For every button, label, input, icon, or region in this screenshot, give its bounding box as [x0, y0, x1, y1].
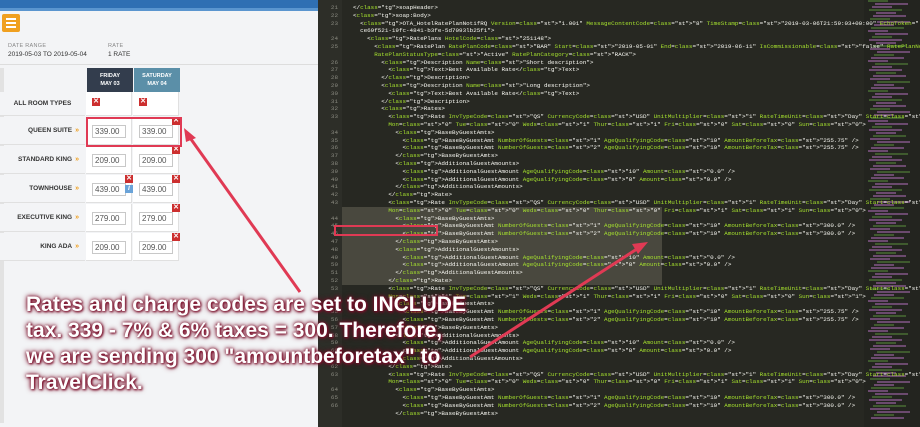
annotation-line: we are sending 300 "amountbeforetax" to	[26, 345, 441, 368]
annotation-callout: Rates and charge codes are set to INCLUD…	[26, 292, 546, 396]
annotation-line: tax. 339 - 7% & 6% taxes = 300. Therefor…	[26, 319, 443, 342]
annotation-line: TravelClick.	[26, 371, 143, 394]
annotation-line: Rates and charge codes are set to INCLUD…	[26, 293, 466, 316]
